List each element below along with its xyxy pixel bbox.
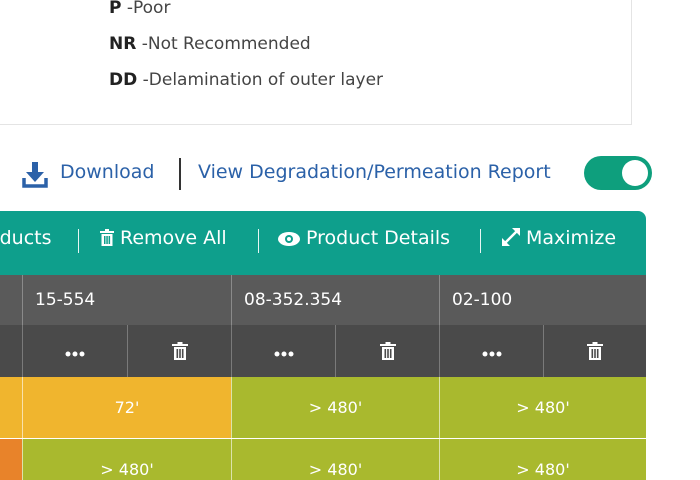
report-actions-bar: Download View Degradation/Permeation Rep… — [0, 156, 700, 194]
expand-icon — [502, 228, 520, 246]
more-icon — [481, 342, 502, 361]
column-header: 08-352.354 — [231, 275, 439, 325]
table-row: 72' > 480' > 480' — [0, 377, 646, 438]
remove-all-label: Remove All — [120, 227, 227, 249]
remove-product-button[interactable] — [127, 325, 231, 377]
download-link[interactable]: Download — [60, 161, 154, 183]
table-cell: > 480' — [231, 377, 439, 438]
trash-icon — [100, 229, 114, 246]
table-cell — [0, 377, 22, 438]
legend-desc: Not Recommended — [147, 34, 311, 54]
legend-code: P — [109, 0, 122, 18]
table-row: > 480' > 480' > 480' — [0, 439, 646, 480]
legend-code: NR — [109, 34, 137, 54]
legend-desc: Delamination of outer layer — [148, 70, 384, 90]
more-options-button[interactable] — [439, 325, 543, 377]
remove-all-button[interactable]: Remove All — [100, 227, 227, 249]
toolbar-separator — [78, 229, 79, 253]
more-icon — [273, 342, 294, 361]
maximize-label: Maximize — [526, 227, 617, 249]
toggle-knob — [622, 160, 648, 186]
legend-item-poor: P -Poor — [109, 0, 171, 18]
table-cell: > 480' — [22, 439, 231, 480]
maximize-button[interactable]: Maximize — [502, 227, 616, 249]
remove-product-button[interactable] — [543, 325, 646, 377]
legend-item-not-recommended: NR -Not Recommended — [109, 34, 311, 54]
legend-item-delamination: DD -Delamination of outer layer — [109, 70, 384, 90]
legend-code: DD — [109, 70, 138, 90]
products-button[interactable]: oducts — [0, 227, 52, 249]
product-details-label: Product Details — [306, 227, 451, 249]
table-header-row: 15-554 08-352.354 02-100 — [0, 275, 646, 325]
table-cell: > 480' — [231, 439, 439, 480]
degradation-report-label: View Degradation/Permeation Report — [198, 161, 551, 183]
legend-card — [0, 0, 632, 125]
more-options-button[interactable] — [231, 325, 335, 377]
table-cell: 72' — [22, 377, 231, 438]
product-details-button[interactable]: Product Details — [278, 227, 450, 249]
toolbar-separator — [258, 229, 259, 253]
eye-icon — [278, 232, 300, 246]
table-cell: > 480' — [439, 377, 646, 438]
legend-desc: Poor — [133, 0, 171, 18]
trash-icon — [171, 342, 188, 360]
comparison-toolbar: oducts Remove All Product Details Maximi… — [0, 211, 646, 275]
column-header: 02-100 — [439, 275, 646, 325]
table-cell — [0, 439, 22, 480]
toolbar-separator — [480, 229, 481, 253]
more-options-button[interactable] — [22, 325, 127, 377]
more-icon — [65, 342, 86, 361]
column-actions-row — [0, 325, 646, 377]
remove-product-button[interactable] — [335, 325, 439, 377]
divider — [179, 158, 181, 190]
trash-icon — [587, 342, 603, 360]
report-toggle[interactable] — [584, 156, 652, 190]
column-header: 15-554 — [22, 275, 231, 325]
table-cell: > 480' — [439, 439, 646, 480]
download-icon[interactable] — [22, 161, 48, 189]
trash-icon — [379, 342, 396, 360]
